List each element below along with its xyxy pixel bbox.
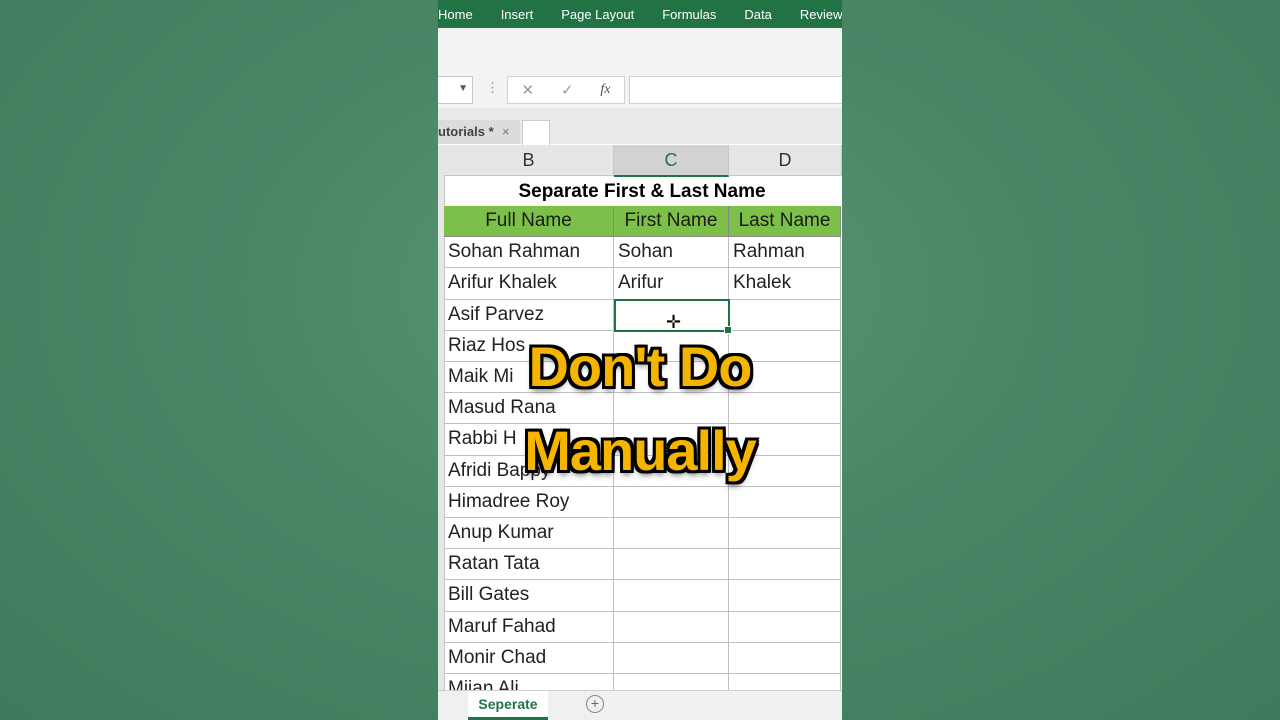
sheet-tab-seperate[interactable]: Seperate: [468, 691, 548, 720]
full-name-cell[interactable]: Ratan Tata: [444, 549, 614, 581]
chevron-down-icon[interactable]: ▼: [458, 83, 468, 94]
first-name-cell[interactable]: Arifur: [614, 268, 729, 300]
cancel-icon[interactable]: ✕: [521, 81, 534, 99]
document-tab[interactable]: utorials * ×: [438, 120, 520, 144]
first-name-cell[interactable]: [614, 642, 729, 674]
full-name-cell[interactable]: Bill Gates: [444, 580, 614, 612]
last-name-cell[interactable]: [729, 518, 841, 550]
ribbon-tabs: Home Insert Page Layout Formulas Data Re…: [438, 0, 842, 28]
full-name-cell[interactable]: Sohan Rahman: [444, 237, 614, 269]
tab-review[interactable]: Review: [786, 7, 842, 22]
last-name-cell[interactable]: [729, 611, 841, 643]
full-name-cell[interactable]: Monir Chad: [444, 642, 614, 674]
formula-bar: ▼ ⋮ ✕ ✓ fx: [438, 72, 842, 109]
overlay-caption-line2: Manually: [524, 419, 757, 482]
last-name-cell[interactable]: [729, 299, 841, 331]
sheet-tab-bar: Seperate +: [438, 690, 842, 720]
ribbon-toolbar: [438, 28, 842, 72]
add-sheet-icon[interactable]: +: [586, 695, 604, 713]
document-tabs: utorials * ×: [438, 108, 842, 145]
new-document-tab[interactable]: [522, 120, 550, 145]
first-name-cell[interactable]: [614, 518, 729, 550]
column-header-d[interactable]: D: [729, 145, 842, 176]
first-name-cell[interactable]: Sohan: [614, 237, 729, 269]
drag-handle-icon[interactable]: ⋮: [486, 80, 499, 96]
tab-home[interactable]: Home: [438, 7, 487, 22]
first-name-cell[interactable]: [614, 580, 729, 612]
last-name-cell[interactable]: [729, 549, 841, 581]
first-name-cell[interactable]: [614, 611, 729, 643]
column-header-b[interactable]: B: [444, 145, 614, 176]
last-name-cell[interactable]: Khalek: [729, 268, 841, 300]
header-full-name-cell[interactable]: Full Name: [444, 206, 614, 238]
header-first-name-cell[interactable]: First Name: [614, 206, 729, 238]
last-name-cell[interactable]: [729, 642, 841, 674]
full-name-cell[interactable]: Anup Kumar: [444, 518, 614, 550]
column-header-c[interactable]: C: [614, 145, 729, 177]
close-icon[interactable]: ×: [502, 120, 510, 144]
header-last-name-cell[interactable]: Last Name: [729, 206, 841, 238]
first-name-cell[interactable]: [614, 486, 729, 518]
full-name-cell[interactable]: Arifur Khalek: [444, 268, 614, 300]
tab-page-layout[interactable]: Page Layout: [547, 7, 648, 22]
full-name-cell[interactable]: Maruf Fahad: [444, 611, 614, 643]
tab-data[interactable]: Data: [730, 7, 785, 22]
document-tab-label: utorials *: [438, 124, 494, 139]
tab-formulas[interactable]: Formulas: [648, 7, 730, 22]
last-name-cell[interactable]: [729, 486, 841, 518]
name-box[interactable]: ▼: [438, 76, 473, 104]
function-icon[interactable]: fx: [600, 82, 610, 98]
tab-insert[interactable]: Insert: [487, 7, 548, 22]
check-icon[interactable]: ✓: [561, 81, 574, 99]
full-name-cell[interactable]: Asif Parvez: [444, 299, 614, 331]
first-name-cell[interactable]: [614, 549, 729, 581]
overlay-caption-line1: Don't Do: [528, 335, 752, 398]
sheet-title[interactable]: Separate First & Last Name: [444, 176, 840, 206]
cell-cursor-icon: ✛: [666, 312, 682, 332]
formula-buttons: ✕ ✓ fx: [507, 76, 625, 104]
last-name-cell[interactable]: Rahman: [729, 237, 841, 269]
formula-input[interactable]: [629, 76, 842, 104]
full-name-cell[interactable]: Himadree Roy: [444, 486, 614, 518]
last-name-cell[interactable]: [729, 580, 841, 612]
